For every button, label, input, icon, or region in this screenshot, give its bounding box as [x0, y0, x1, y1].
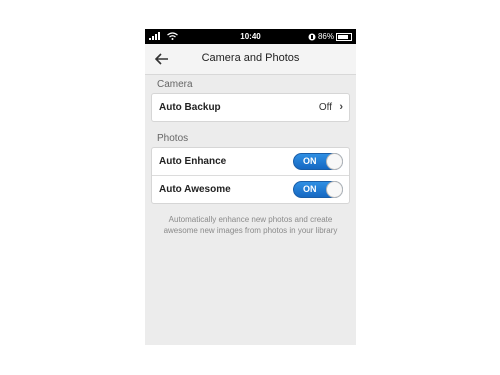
section-header-photos: Photos: [157, 133, 189, 144]
orientation-lock-icon: [308, 33, 316, 40]
phone-screen: 10:40 86% Camera and Photos Camera Auto …: [145, 29, 356, 345]
auto-enhance-label: Auto Enhance: [159, 156, 227, 167]
auto-awesome-label: Auto Awesome: [159, 184, 231, 195]
auto-enhance-row: Auto Enhance ON: [152, 148, 349, 175]
auto-backup-value: Off: [318, 102, 332, 113]
auto-enhance-toggle[interactable]: ON: [293, 153, 343, 170]
auto-awesome-row: Auto Awesome ON: [152, 175, 349, 203]
status-bar: 10:40 86%: [145, 29, 356, 44]
toggle-knob: [326, 153, 343, 170]
auto-backup-row[interactable]: Auto Backup Off ›: [152, 94, 349, 121]
page-title: Camera and Photos: [201, 52, 300, 64]
battery-icon: [336, 32, 352, 41]
photos-card: Auto Enhance ON Auto Awesome ON: [151, 147, 350, 204]
battery-group: 86%: [308, 32, 352, 41]
camera-card: Auto Backup Off ›: [151, 93, 350, 122]
nav-bar: Camera and Photos: [145, 44, 356, 75]
battery-fill: [338, 34, 348, 39]
chevron-right-icon: ›: [339, 101, 343, 113]
auto-awesome-toggle[interactable]: ON: [293, 181, 343, 198]
toggle-knob: [326, 181, 343, 198]
photos-footnote: Automatically enhance new photos and cre…: [163, 215, 338, 235]
section-header-camera: Camera: [157, 79, 193, 90]
toggle-on-text: ON: [303, 156, 317, 166]
auto-backup-label: Auto Backup: [159, 102, 221, 113]
toggle-on-text: ON: [303, 184, 317, 194]
battery-percent: 86%: [317, 32, 334, 41]
